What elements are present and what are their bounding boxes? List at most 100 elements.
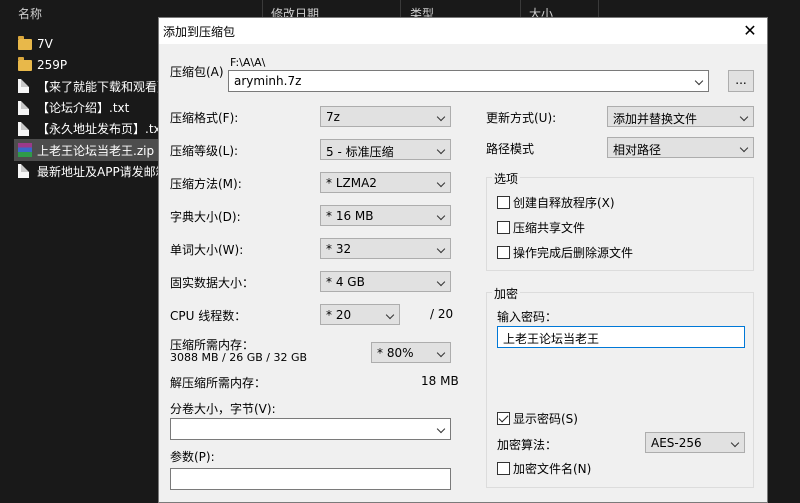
list-item-selected[interactable]: 上老王论坛当老王.zip xyxy=(14,139,164,161)
cpu-max: / 20 xyxy=(430,307,454,321)
options-title: 选项 xyxy=(492,170,521,187)
archive-label: 压缩包(A) xyxy=(170,65,224,79)
delete-checkbox[interactable]: 操作完成后删除源文件 xyxy=(497,244,633,261)
show-password-checkbox[interactable]: 显示密码(S) xyxy=(497,410,578,427)
file-list: 7V 259P 【来了就能下载和观看】 【论坛介绍】.txt 【永久地址发布页】… xyxy=(14,33,164,182)
file-name: 【来了就能下载和观看】 xyxy=(37,79,164,94)
split-label: 分卷大小，字节(V): xyxy=(170,402,276,416)
update-label: 更新方式(U): xyxy=(486,111,557,125)
password-label: 输入密码： xyxy=(497,310,558,324)
checkbox-box xyxy=(497,246,510,259)
level-value: 5 - 标准压缩 xyxy=(326,145,394,159)
chevron-down-icon xyxy=(436,348,446,358)
archive-path: F:\A\A\ xyxy=(230,56,266,69)
file-name: 【论坛介绍】.txt xyxy=(37,101,130,116)
chevron-down-icon xyxy=(694,76,704,86)
chevron-down-icon xyxy=(436,277,446,287)
chevron-down-icon xyxy=(436,244,446,254)
decompress-value: 18 MB xyxy=(421,374,459,388)
list-item[interactable]: 最新地址及APP请发邮箱 xyxy=(14,161,164,182)
checkbox-box xyxy=(497,221,510,234)
show-password-label: 显示密码(S) xyxy=(513,412,578,426)
list-item[interactable]: 【永久地址发布页】.txt xyxy=(14,118,164,139)
file-name: 259P xyxy=(37,57,68,72)
delete-label: 操作完成后删除源文件 xyxy=(513,246,634,260)
solid-value: * 4 GB xyxy=(326,275,365,289)
archive-name-combo[interactable]: aryminh.7z xyxy=(228,70,709,92)
checkbox-box xyxy=(497,196,510,209)
pathmode-label: 路径模式 xyxy=(486,142,535,156)
encryption-method-value: AES-256 xyxy=(651,436,702,450)
format-label: 压缩格式(F): xyxy=(170,111,239,125)
list-item[interactable]: 7V xyxy=(14,33,164,54)
folder-icon xyxy=(18,36,32,51)
encrypt-names-checkbox[interactable]: 加密文件名(N) xyxy=(497,460,591,477)
method-label: 压缩方法(M): xyxy=(170,177,242,191)
browse-button[interactable]: ... xyxy=(728,70,754,92)
cpu-select[interactable]: * 20 xyxy=(320,304,400,325)
file-name: 【永久地址发布页】.txt xyxy=(37,122,164,137)
word-label: 单词大小(W): xyxy=(170,243,244,257)
sfx-checkbox[interactable]: 创建自释放程序(X) xyxy=(497,194,615,211)
folder-icon xyxy=(18,57,32,72)
cpu-label: CPU 线程数： xyxy=(170,309,247,323)
list-item[interactable]: 【论坛介绍】.txt xyxy=(14,97,164,118)
dialog-title: 添加到压缩包 xyxy=(163,25,236,39)
params-input[interactable] xyxy=(170,468,451,490)
shared-label: 压缩共享文件 xyxy=(513,221,586,235)
zip-icon xyxy=(18,143,32,158)
memory-detail: 3088 MB / 26 GB / 32 GB xyxy=(170,351,308,364)
shared-checkbox[interactable]: 压缩共享文件 xyxy=(497,219,585,236)
split-volume-combo[interactable] xyxy=(170,418,451,440)
archive-name-value: aryminh.7z xyxy=(234,74,302,88)
chevron-down-icon xyxy=(436,211,446,221)
file-name: 上老王论坛当老王.zip xyxy=(37,143,155,158)
chevron-down-icon xyxy=(436,145,446,155)
level-label: 压缩等级(L): xyxy=(170,144,239,158)
encryption-method-select[interactable]: AES-256 xyxy=(645,432,745,453)
encryption-title: 加密 xyxy=(492,285,521,302)
cpu-value: * 20 xyxy=(326,308,352,322)
format-value: 7z xyxy=(326,110,340,124)
options-group: 选项 创建自释放程序(X) 压缩共享文件 操作完成后删除源文件 xyxy=(486,170,754,271)
list-item[interactable]: 259P xyxy=(14,54,164,75)
memory-select[interactable]: * 80% xyxy=(371,342,451,363)
update-select[interactable]: 添加并替换文件 xyxy=(607,106,754,127)
chevron-down-icon xyxy=(385,310,395,320)
file-name: 最新地址及APP请发邮箱 xyxy=(37,164,164,179)
add-to-archive-dialog: 添加到压缩包 ✕ 压缩包(A) F:\A\A\ aryminh.7z ... 压… xyxy=(158,17,768,503)
encryption-method-label: 加密算法： xyxy=(497,438,558,452)
format-select[interactable]: 7z xyxy=(320,106,451,127)
dialog-titlebar[interactable]: 添加到压缩包 ✕ xyxy=(159,18,767,44)
encrypt-names-label: 加密文件名(N) xyxy=(513,462,592,476)
encryption-group: 加密 输入密码： 上老王论坛当老王 显示密码(S) 加密算法： AES-256 … xyxy=(486,285,754,488)
chevron-down-icon xyxy=(436,178,446,188)
chevron-down-icon xyxy=(436,424,446,434)
method-select[interactable]: * LZMA2 xyxy=(320,172,451,193)
file-name: 7V xyxy=(37,36,53,51)
dict-value: * 16 MB xyxy=(326,209,374,223)
solid-select[interactable]: * 4 GB xyxy=(320,271,451,292)
close-icon[interactable]: ✕ xyxy=(733,18,767,44)
column-name[interactable]: 名称 xyxy=(18,5,42,22)
file-icon xyxy=(18,121,29,136)
dict-label: 字典大小(D): xyxy=(170,210,241,224)
password-input[interactable]: 上老王论坛当老王 xyxy=(497,326,745,348)
list-item[interactable]: 【来了就能下载和观看】 xyxy=(14,76,164,97)
decompress-label: 解压缩所需内存： xyxy=(170,376,267,390)
level-select[interactable]: 5 - 标准压缩 xyxy=(320,139,451,160)
checkbox-box xyxy=(497,462,510,475)
params-label: 参数(P): xyxy=(170,450,215,464)
pathmode-value: 相对路径 xyxy=(613,143,662,157)
chevron-down-icon xyxy=(739,112,749,122)
dict-select[interactable]: * 16 MB xyxy=(320,205,451,226)
pathmode-select[interactable]: 相对路径 xyxy=(607,137,754,158)
word-select[interactable]: * 32 xyxy=(320,238,451,259)
file-icon xyxy=(18,79,29,94)
solid-label: 固实数据大小： xyxy=(170,276,255,290)
file-icon xyxy=(18,100,29,115)
method-value: * LZMA2 xyxy=(326,176,377,190)
word-value: * 32 xyxy=(326,242,352,256)
memory-value: * 80% xyxy=(377,346,414,360)
chevron-down-icon xyxy=(739,143,749,153)
